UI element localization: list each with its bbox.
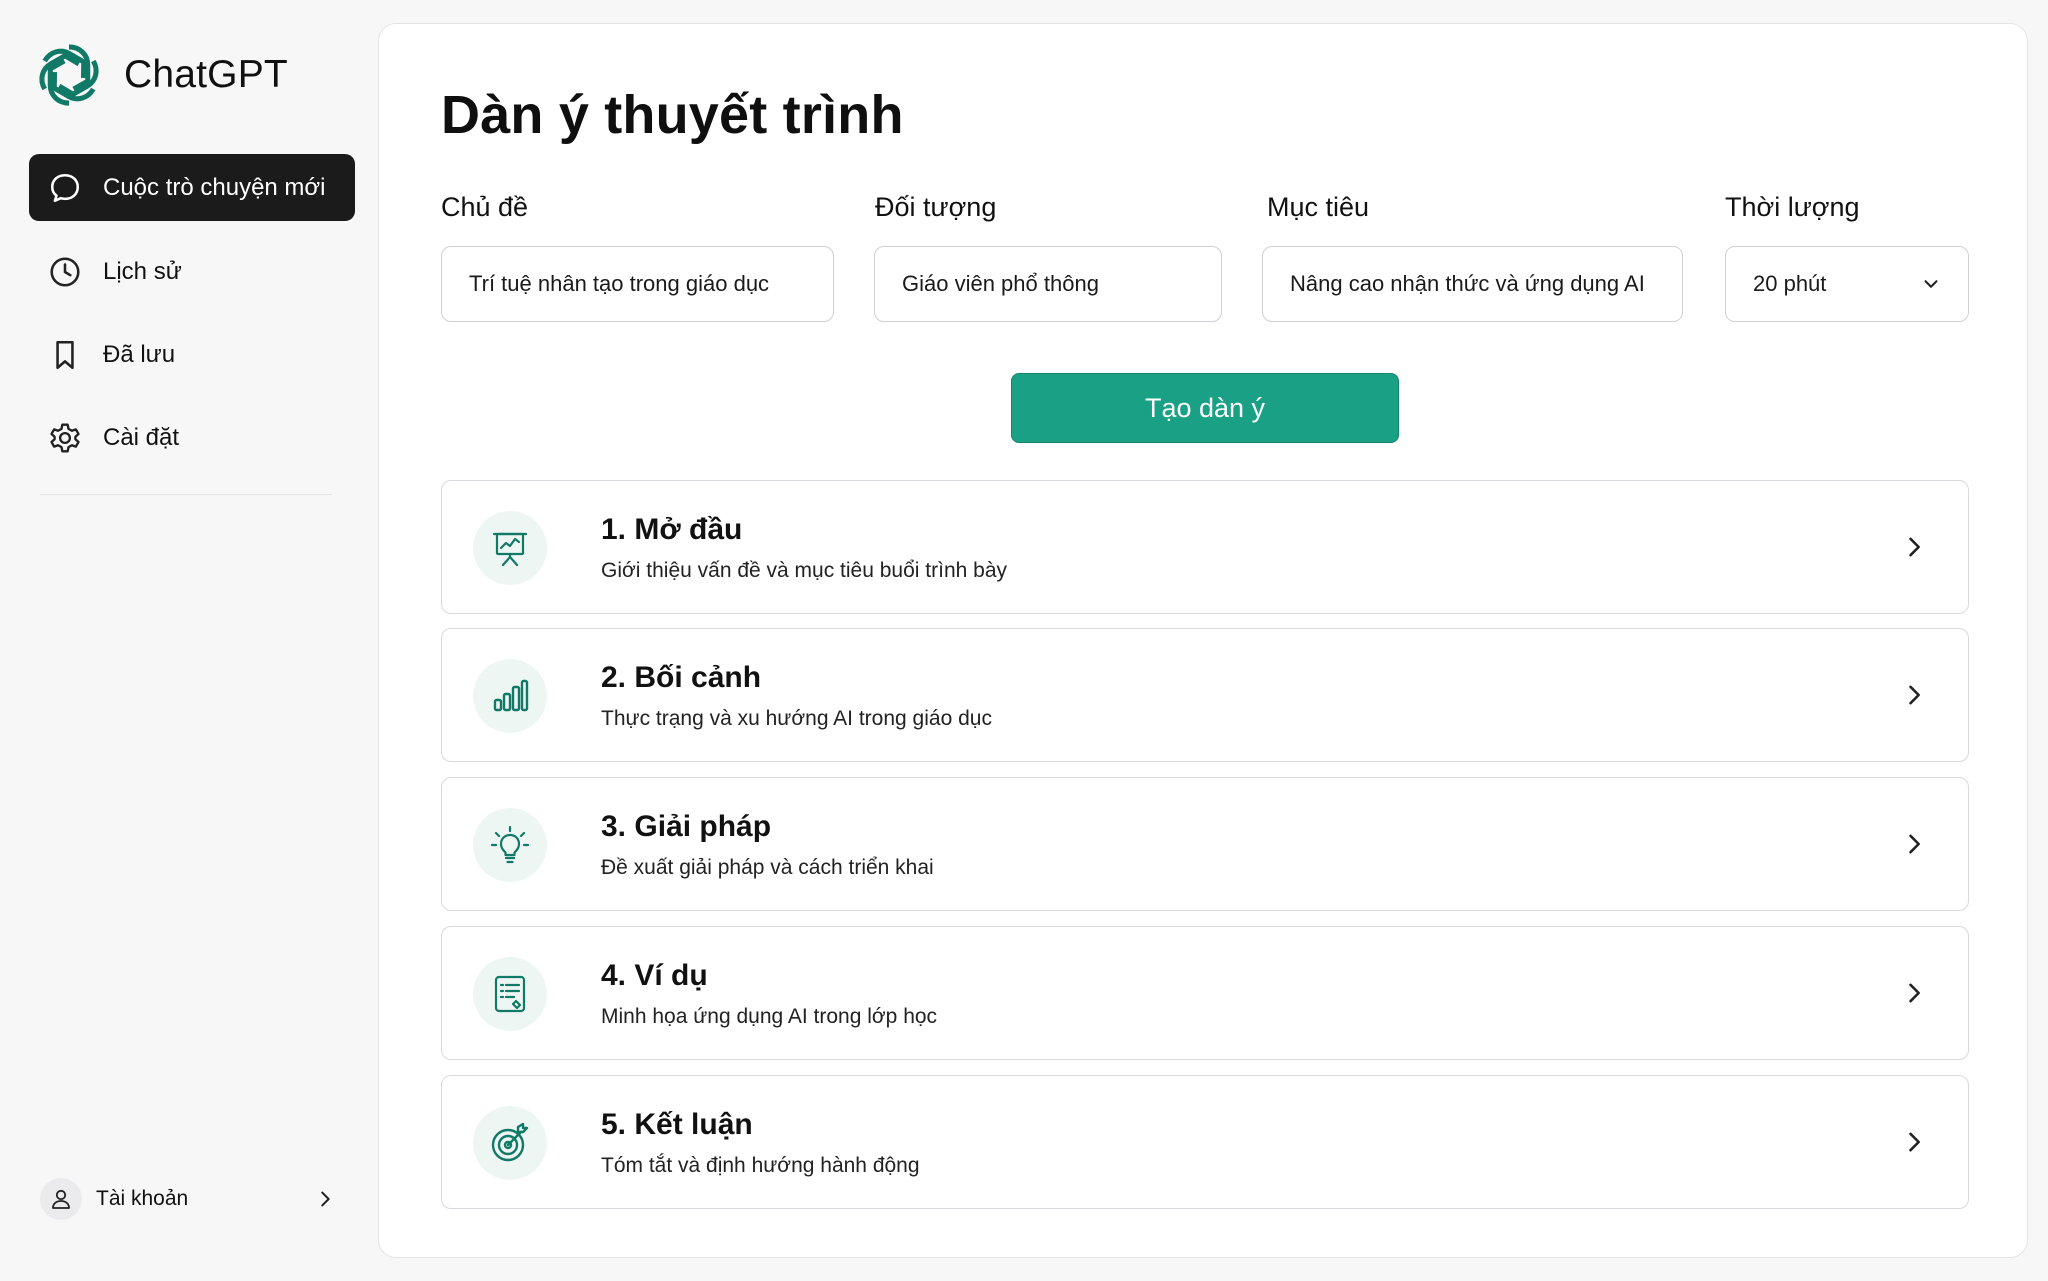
sidebar-item-settings[interactable]: Cài đặt bbox=[29, 404, 355, 471]
account-label: Tài khoản bbox=[96, 1187, 189, 1210]
audience-input[interactable]: Giáo viên phổ thông bbox=[874, 246, 1222, 322]
outline-item-title: 3. Giải pháp bbox=[601, 810, 772, 843]
outline-item-desc: Thực trạng và xu hướng AI trong giáo dục bbox=[601, 707, 992, 730]
chevron-down-icon bbox=[1924, 280, 1938, 288]
chevron-right-icon bbox=[1909, 685, 1920, 705]
outline-item-context[interactable]: 2. Bối cảnh Thực trạng và xu hướng AI tr… bbox=[441, 628, 1969, 762]
outline-item-title: 2. Bối cảnh bbox=[601, 661, 762, 694]
lightbulb-icon bbox=[473, 808, 547, 882]
bar-chart-icon bbox=[473, 659, 547, 733]
sidebar: ChatGPT Cuộc trò chuyện mới Lịch sử Đã l… bbox=[0, 0, 376, 1281]
topic-input-value: Trí tuệ nhân tạo trong giáo dục bbox=[469, 271, 770, 296]
outline-item-solution[interactable]: 3. Giải pháp Đề xuất giải pháp và cách t… bbox=[441, 777, 1969, 911]
outline-item-title: 1. Mở đầu bbox=[601, 513, 743, 546]
outline-item-desc: Minh họa ứng dụng AI trong lớp học bbox=[601, 1005, 938, 1028]
document-icon bbox=[473, 957, 547, 1031]
sidebar-item-saved[interactable]: Đã lưu bbox=[29, 321, 355, 388]
chevron-right-icon bbox=[1909, 834, 1920, 854]
avatar bbox=[40, 1178, 82, 1220]
presentation-board-icon bbox=[473, 511, 547, 585]
account-button[interactable]: Tài khoản bbox=[40, 1176, 336, 1222]
audience-label: Đối tượng bbox=[875, 192, 997, 222]
goal-input[interactable]: Nâng cao nhận thức và ứng dụng AI bbox=[1262, 246, 1683, 322]
outline-item-desc: Đề xuất giải pháp và cách triển khai bbox=[601, 856, 934, 879]
outline-item-title: 4. Ví dụ bbox=[601, 959, 708, 992]
sidebar-item-history[interactable]: Lịch sử bbox=[29, 238, 355, 305]
topic-input[interactable]: Trí tuệ nhân tạo trong giáo dục bbox=[441, 246, 834, 322]
outline-item-desc: Giới thiệu vấn đề và mục tiêu buổi trình… bbox=[601, 559, 1007, 582]
chevron-right-icon bbox=[1909, 1132, 1920, 1152]
outline-item-intro[interactable]: 1. Mở đầu Giới thiệu vấn đề và mục tiêu … bbox=[441, 480, 1969, 614]
outline-item-title: 5. Kết luận bbox=[601, 1108, 753, 1141]
sidebar-item-label: Cài đặt bbox=[103, 423, 180, 451]
outline-item-desc: Tóm tắt và định hướng hành động bbox=[601, 1154, 920, 1177]
bookmark-icon bbox=[47, 337, 83, 373]
chevron-right-icon bbox=[321, 1191, 330, 1207]
main-panel: Dàn ý thuyết trình Chủ đề Đối tượng Mục … bbox=[378, 23, 2028, 1258]
sidebar-item-label: Cuộc trò chuyện mới bbox=[103, 173, 326, 201]
gear-icon bbox=[47, 420, 83, 456]
sidebar-item-label: Lịch sử bbox=[103, 257, 182, 285]
duration-label: Thời lượng bbox=[1725, 192, 1860, 222]
duration-select-value: 20 phút bbox=[1753, 271, 1827, 296]
clock-icon bbox=[47, 254, 83, 290]
outline-item-conclusion[interactable]: 5. Kết luận Tóm tắt và định hướng hành đ… bbox=[441, 1075, 1969, 1209]
brand[interactable]: ChatGPT bbox=[30, 36, 288, 114]
outline-item-example[interactable]: 4. Ví dụ Minh họa ứng dụng AI trong lớp … bbox=[441, 926, 1969, 1060]
brand-name: ChatGPT bbox=[124, 53, 288, 96]
chat-bubble-icon bbox=[47, 170, 83, 206]
chevron-right-icon bbox=[1909, 537, 1920, 557]
duration-select[interactable]: 20 phút bbox=[1725, 246, 1969, 322]
target-icon bbox=[473, 1106, 547, 1180]
sidebar-item-new-chat[interactable]: Cuộc trò chuyện mới bbox=[29, 154, 355, 221]
audience-input-value: Giáo viên phổ thông bbox=[902, 271, 1099, 296]
sidebar-item-label: Đã lưu bbox=[103, 340, 176, 368]
topic-label: Chủ đề bbox=[441, 192, 529, 222]
goal-label: Mục tiêu bbox=[1267, 192, 1370, 222]
user-icon bbox=[52, 1189, 70, 1209]
generate-outline-button[interactable]: Tạo dàn ý bbox=[1011, 373, 1399, 443]
goal-input-value: Nâng cao nhận thức và ứng dụng AI bbox=[1290, 271, 1645, 296]
page-title: Dàn ý thuyết trình bbox=[441, 85, 904, 145]
openai-logo-icon bbox=[30, 36, 108, 114]
sidebar-divider bbox=[40, 494, 332, 495]
chevron-right-icon bbox=[1909, 983, 1920, 1003]
